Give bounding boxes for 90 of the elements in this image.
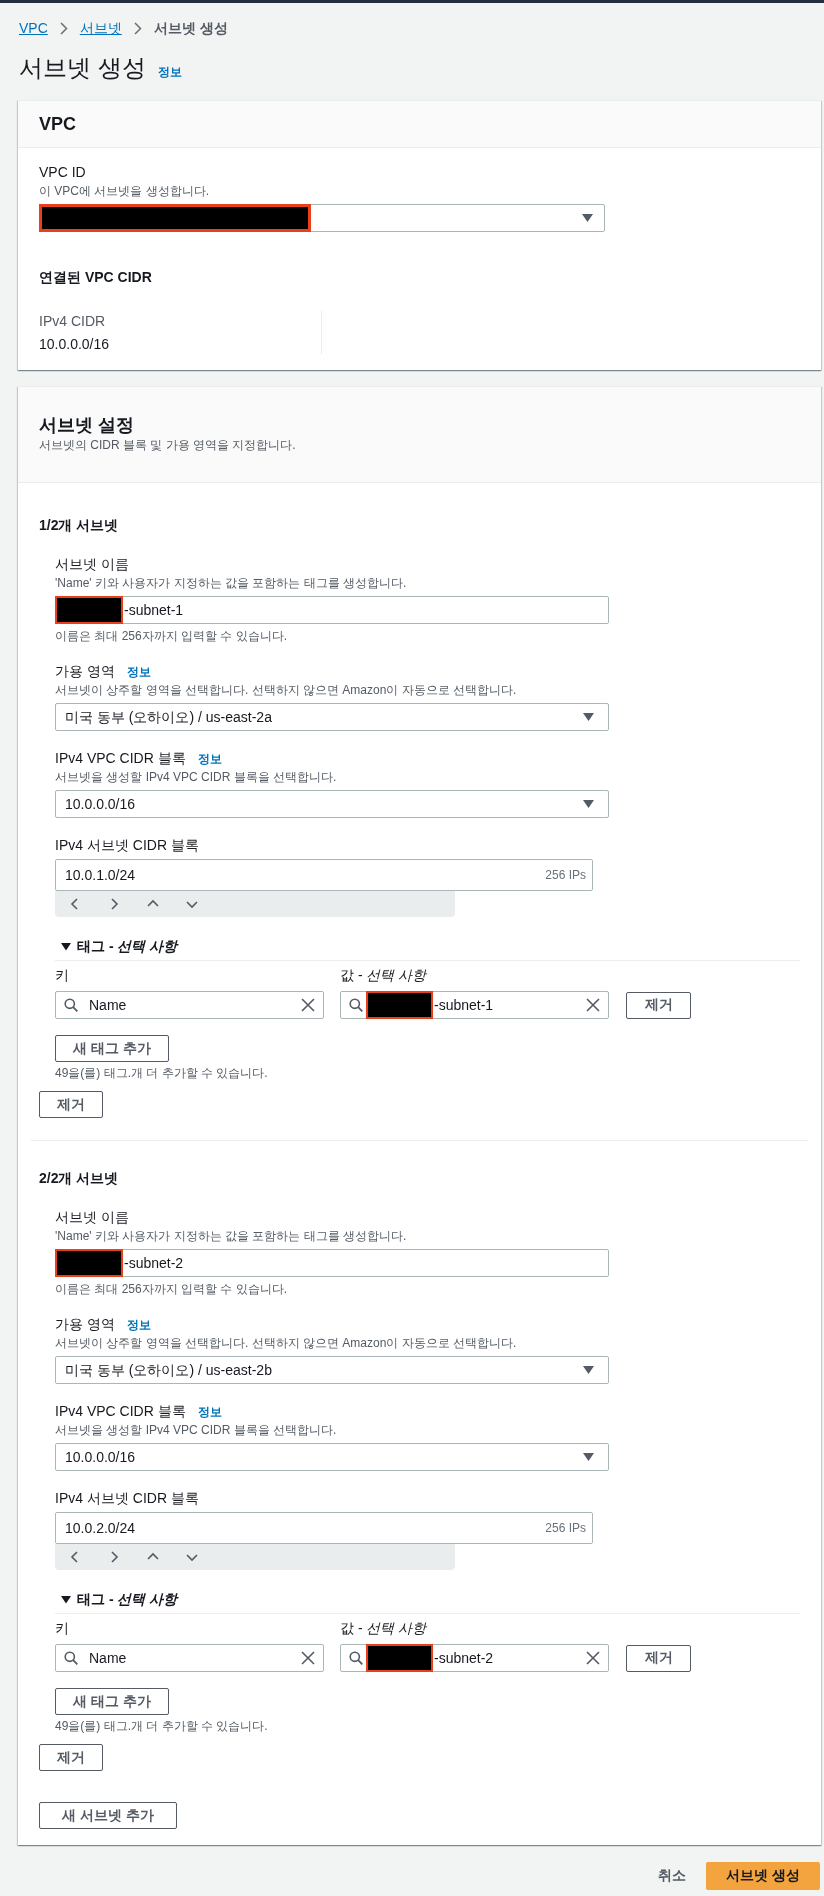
caret-down-icon	[582, 214, 593, 222]
text-input[interactable]: -subnet-2	[55, 1249, 609, 1277]
column-label: 값 - 선택 사항	[340, 966, 427, 985]
panel-title: VPC	[39, 113, 76, 135]
chevron-left-icon[interactable]	[69, 1551, 81, 1563]
tags-toggle[interactable]: 태그 - 선택 사항	[55, 1589, 178, 1609]
chevron-down-icon[interactable]	[186, 1551, 198, 1563]
tags-toggle[interactable]: 태그 - 선택 사항	[55, 936, 178, 956]
field-label: IPv4 VPC CIDR 블록	[55, 1402, 186, 1421]
dropdown-select[interactable]: 10.0.0.0/16	[55, 790, 609, 818]
section-heading: 연결된 VPC CIDR	[39, 268, 152, 287]
remove-subnet-button[interactable]: 제거	[39, 1091, 103, 1118]
field-label: 서브넷 이름	[55, 1208, 129, 1227]
field-description: 서브넷을 생성할 IPv4 VPC CIDR 블록을 선택합니다.	[55, 1422, 337, 1439]
dropdown-select[interactable]: 미국 동부 (오하이오) / us-east-2b	[55, 1356, 609, 1384]
info-link[interactable]: 정보	[197, 1404, 222, 1420]
page-title: 서브넷 생성	[19, 53, 146, 83]
field-description: 서브넷이 상주할 영역을 선택합니다. 선택하지 않으면 Amazon이 자동으로 선택합니다.	[55, 1335, 517, 1352]
tag-limit-hint: 49을(를) 태그.개 더 추가할 수 있습니다.	[55, 1718, 268, 1734]
subnet-heading: 2/2개 서브넷	[39, 1169, 119, 1188]
dropdown-select[interactable]: 미국 동부 (오하이오) / us-east-2a	[55, 703, 609, 731]
cidr-input[interactable]: 10.0.2.0/24 256 IPs	[55, 1512, 593, 1544]
caret-down-icon	[583, 1366, 594, 1374]
breadcrumb-link[interactable]: 서브넷	[79, 18, 122, 38]
caret-down-icon	[583, 713, 594, 721]
field-label: 가용 영역	[55, 1315, 115, 1334]
create-subnet-button[interactable]: 서브넷 생성	[706, 1862, 820, 1890]
close-icon[interactable]	[301, 998, 315, 1012]
info-link[interactable]: 정보	[157, 64, 182, 80]
text-input[interactable]: -subnet-1	[55, 596, 609, 624]
breadcrumb-link[interactable]: VPC	[19, 18, 48, 38]
info-link[interactable]: 정보	[197, 751, 222, 767]
close-icon[interactable]	[301, 1651, 315, 1665]
caret-down-icon[interactable]	[61, 1594, 71, 1604]
remove-tag-button[interactable]: 제거	[626, 1644, 691, 1672]
field-description: 이 VPC에 서브넷을 생성합니다.	[39, 183, 209, 200]
remove-subnet-button[interactable]: 제거	[39, 1744, 103, 1771]
caret-down-icon[interactable]	[61, 941, 71, 951]
subnet-heading: 1/2개 서브넷	[39, 516, 119, 535]
dropdown-select[interactable]	[39, 204, 605, 232]
close-icon[interactable]	[586, 1651, 600, 1665]
column-label: 키	[55, 1619, 69, 1638]
chevron-right-icon	[59, 21, 68, 35]
column-label: 값 - 선택 사항	[340, 1619, 427, 1638]
cidr-value: 10.0.0.0/16	[39, 335, 110, 354]
caret-down-icon	[583, 800, 594, 808]
panel-title: 서브넷 설정	[39, 414, 134, 436]
chevron-right-icon[interactable]	[108, 1551, 120, 1563]
cidr-label: IPv4 CIDR	[39, 312, 106, 331]
field-label: 서브넷 이름	[55, 555, 129, 574]
chevron-right-icon	[133, 21, 142, 35]
field-label: IPv4 서브넷 CIDR 블록	[55, 836, 199, 855]
info-link[interactable]: 정보	[126, 1317, 151, 1333]
add-subnet-button[interactable]: 새 서브넷 추가	[39, 1802, 177, 1829]
field-description: 서브넷이 상주할 영역을 선택합니다. 선택하지 않으면 Amazon이 자동으로 선택합니다.	[55, 682, 517, 699]
field-description: 'Name' 키와 사용자가 지정하는 값을 포함하는 태그를 생성합니다.	[55, 575, 407, 592]
field-description: 'Name' 키와 사용자가 지정하는 값을 포함하는 태그를 생성합니다.	[55, 1228, 407, 1245]
panel-description: 서브넷의 CIDR 블록 및 가용 영역을 지정합니다.	[39, 437, 296, 454]
field-label: IPv4 VPC CIDR 블록	[55, 749, 186, 768]
field-constraint: 이름은 최대 256자까지 입력할 수 있습니다.	[55, 1281, 288, 1297]
field-constraint: 이름은 최대 256자까지 입력할 수 있습니다.	[55, 628, 288, 644]
search-icon	[64, 998, 78, 1012]
tag-value-input[interactable]: -subnet-2	[340, 1644, 609, 1672]
cidr-input[interactable]: 10.0.1.0/24 256 IPs	[55, 859, 593, 891]
tag-limit-hint: 49을(를) 태그.개 더 추가할 수 있습니다.	[55, 1065, 268, 1081]
caret-down-icon	[583, 1453, 594, 1461]
field-description: 서브넷을 생성할 IPv4 VPC CIDR 블록을 선택합니다.	[55, 769, 337, 786]
dropdown-select[interactable]: 10.0.0.0/16	[55, 1443, 609, 1471]
info-link[interactable]: 정보	[126, 664, 151, 680]
add-tag-button[interactable]: 새 태그 추가	[55, 1035, 169, 1062]
cancel-button[interactable]: 취소	[656, 1863, 689, 1889]
chevron-left-icon[interactable]	[69, 898, 81, 910]
remove-tag-button[interactable]: 제거	[626, 991, 691, 1019]
column-label: 키	[55, 966, 69, 985]
chevron-down-icon[interactable]	[186, 898, 198, 910]
tag-key-input[interactable]: Name	[55, 991, 324, 1019]
breadcrumb-current[interactable]: 서브넷 생성	[153, 18, 228, 38]
tag-value-input[interactable]: -subnet-1	[340, 991, 609, 1019]
add-tag-button[interactable]: 새 태그 추가	[55, 1688, 169, 1715]
field-label: IPv4 서브넷 CIDR 블록	[55, 1489, 199, 1508]
search-icon	[349, 998, 363, 1012]
field-label: 가용 영역	[55, 662, 115, 681]
search-icon	[64, 1651, 78, 1665]
ip-count-hint: 256 IPs	[545, 1520, 586, 1537]
search-icon	[349, 1651, 363, 1665]
ip-count-hint: 256 IPs	[545, 867, 586, 884]
close-icon[interactable]	[586, 998, 600, 1012]
tag-key-input[interactable]: Name	[55, 1644, 324, 1672]
field-label: VPC ID	[39, 163, 86, 182]
chevron-right-icon[interactable]	[108, 898, 120, 910]
